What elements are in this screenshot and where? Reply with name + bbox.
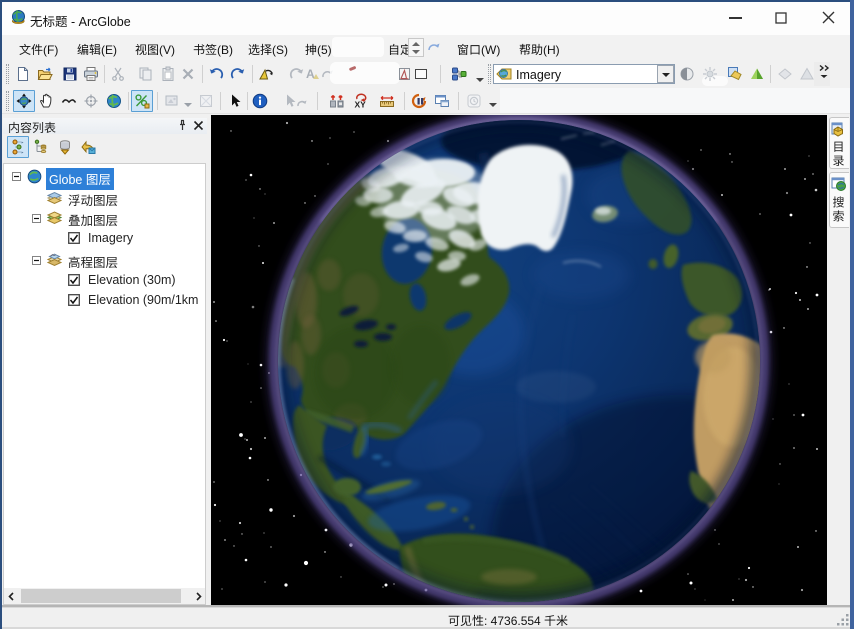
- svg-text:XY: XY: [355, 100, 367, 110]
